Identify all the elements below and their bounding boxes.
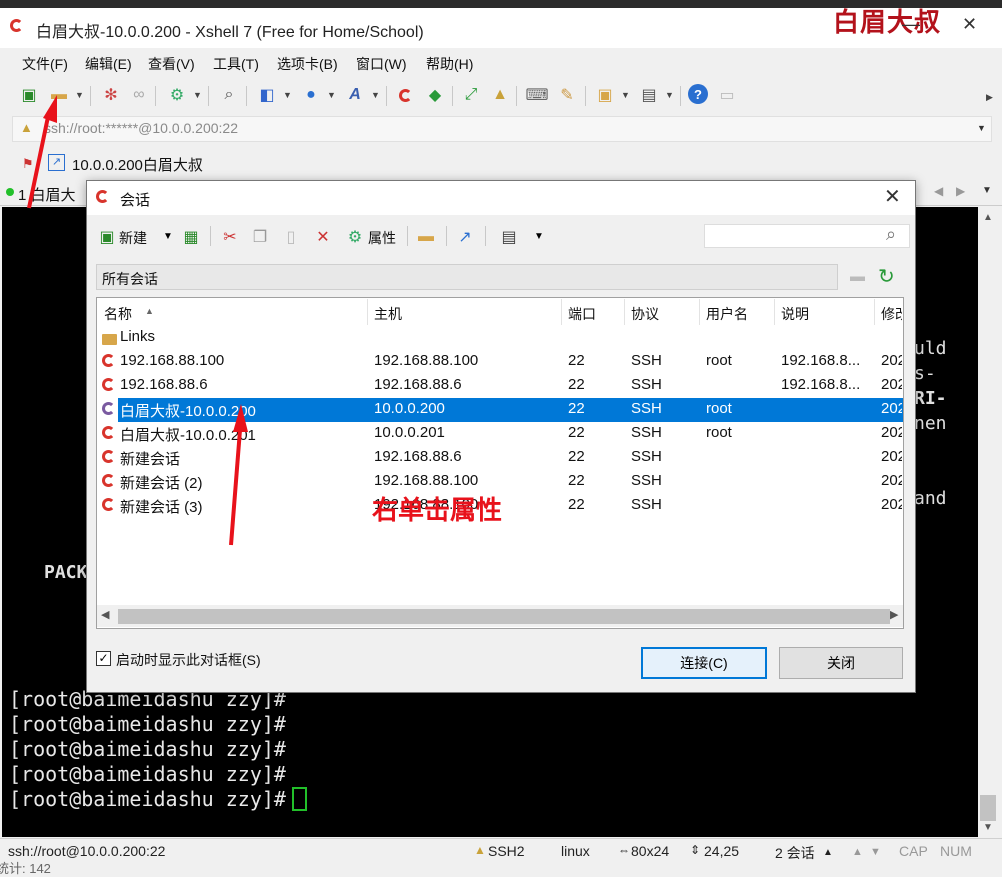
annotation-arrows	[27, 95, 248, 546]
arrow-to-open-folder-icon	[27, 95, 57, 209]
arrow-to-selected-session	[229, 404, 248, 546]
